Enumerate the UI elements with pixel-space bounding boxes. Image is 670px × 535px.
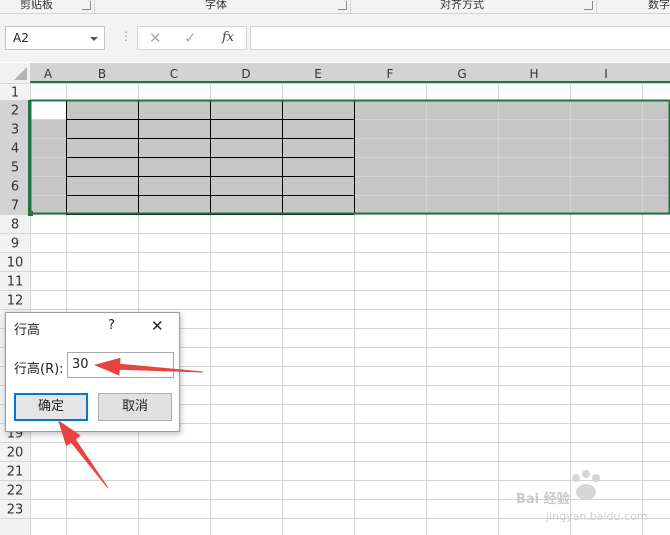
arrow-to-input <box>94 357 203 376</box>
watermark-url: jingyan.baidu.com <box>546 510 648 523</box>
arrow-to-ok <box>58 420 109 489</box>
paw-logo-icon <box>572 470 600 500</box>
annotation-layer <box>58 357 203 489</box>
baidu-watermark: Bai 经验 jingyan.baidu.com <box>516 468 666 528</box>
watermark-text: Bai 经验 <box>516 492 570 507</box>
